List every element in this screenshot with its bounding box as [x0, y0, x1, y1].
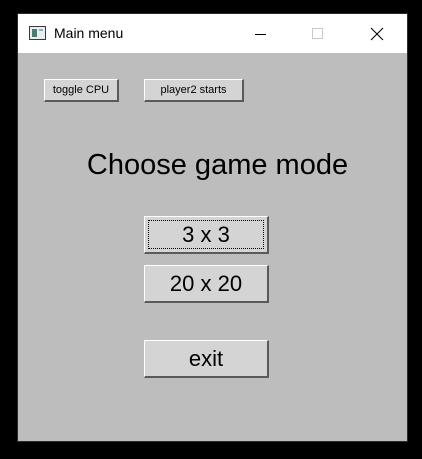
mode-20x20-button[interactable]: 20 x 20 — [144, 265, 269, 303]
minimize-button[interactable] — [238, 14, 284, 53]
close-button[interactable] — [353, 14, 399, 53]
minimize-icon — [255, 34, 266, 35]
mode-3x3-button[interactable]: 3 x 3 — [144, 216, 269, 254]
maximize-icon — [312, 28, 323, 39]
mode-3x3-label: 3 x 3 — [182, 221, 230, 247]
player2-starts-button[interactable]: player2 starts — [144, 79, 244, 102]
main-menu-window: Main menu toggle CPU player2 starts Choo… — [18, 14, 407, 441]
menu-content: toggle CPU player2 starts Choose game mo… — [18, 53, 407, 441]
toggle-cpu-button[interactable]: toggle CPU — [44, 79, 119, 102]
window-title: Main menu — [54, 25, 124, 41]
maximize-button[interactable] — [294, 14, 340, 53]
close-icon — [370, 27, 384, 41]
page-title: Choose game mode — [86, 149, 349, 181]
window-app-icon — [29, 26, 46, 40]
title-bar[interactable]: Main menu — [18, 14, 407, 53]
exit-button[interactable]: exit — [144, 340, 269, 378]
